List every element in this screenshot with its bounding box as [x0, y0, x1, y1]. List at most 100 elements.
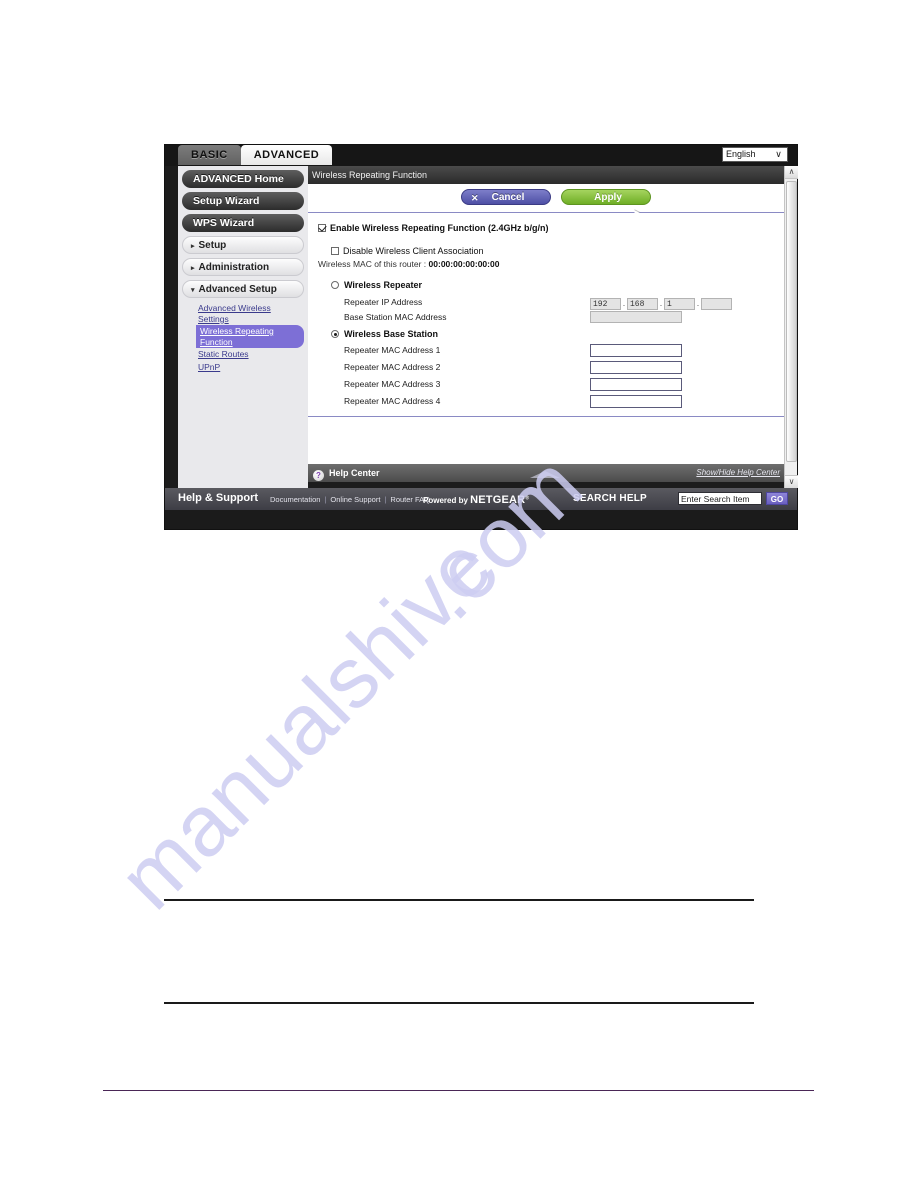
wireless-repeater-radio-row[interactable]: Wireless Repeater	[318, 279, 786, 291]
repeater-ip-address-group[interactable]: 192. 168. 1.	[590, 296, 732, 311]
repeater-mac-4-input[interactable]	[590, 395, 682, 408]
sidebar-section-administration[interactable]: ▸ Administration	[182, 258, 304, 276]
router-wireless-mac-label: Wireless MAC of this router :	[318, 259, 427, 269]
repeater-mac-2-input[interactable]	[590, 361, 682, 374]
link-separator: |	[324, 495, 327, 504]
show-hide-help-center-link[interactable]: Show/Hide Help Center	[696, 464, 780, 482]
router-wireless-mac-value: 00:00:00:00:00:00	[428, 259, 500, 269]
scroll-down-button[interactable]: ∨	[785, 475, 798, 488]
disable-client-association-row[interactable]: Disable Wireless Client Association	[318, 245, 786, 257]
wireless-base-station-label: Wireless Base Station	[344, 329, 438, 339]
repeater-ip-octet-4[interactable]	[701, 297, 732, 310]
cancel-button[interactable]: ✕ Cancel	[461, 189, 551, 205]
repeater-mac-3-input[interactable]	[590, 378, 682, 391]
sidebar-item-setup-wizard[interactable]: Setup Wizard	[182, 192, 304, 210]
repeater-mac-4-row: Repeater MAC Address 4	[318, 394, 786, 409]
sidebar-section-setup-label: Setup	[198, 240, 227, 251]
help-center-bar[interactable]: ? Help Center Show/Hide Help Center	[308, 464, 786, 482]
wireless-base-station-radio[interactable]	[331, 330, 339, 338]
sidebar-section-advanced-setup[interactable]: ▾ Advanced Setup	[182, 280, 304, 298]
netgear-router-admin-window: BASIC ADVANCED English ∨ ADVANCED Home Se…	[164, 144, 798, 530]
disable-client-association-label: Disable Wireless Client Association	[343, 246, 484, 256]
base-station-mac-label: Base Station MAC Address	[344, 312, 447, 322]
repeater-ip-address-label: Repeater IP Address	[344, 297, 423, 307]
registered-mark-icon: ®	[525, 495, 529, 502]
content-vertical-scrollbar[interactable]: ∧ ∨	[784, 166, 798, 488]
wireless-base-station-radio-row[interactable]: Wireless Base Station	[318, 328, 786, 340]
page-divider-top	[164, 899, 754, 901]
apply-button-label: Apply	[594, 192, 622, 203]
sidebar-item-advanced-wireless-settings[interactable]: Advanced Wireless Settings	[196, 302, 298, 325]
enable-repeating-label: Enable Wireless Repeating Function (2.4G…	[330, 223, 549, 233]
repeater-mac-2-label: Repeater MAC Address 2	[344, 362, 441, 372]
sidebar-section-advanced-setup-label: Advanced Setup	[198, 284, 277, 295]
chevron-down-icon: ∨	[775, 149, 782, 159]
repeater-ip-octet-1[interactable]: 192	[590, 297, 621, 310]
scroll-up-button[interactable]: ∧	[785, 166, 798, 179]
page-footer-divider	[103, 1090, 814, 1091]
help-support-footer: Help & Support Documentation | Online Supp…	[165, 488, 797, 510]
sidebar-item-advanced-home[interactable]: ADVANCED Home	[182, 170, 304, 188]
base-station-mac-row: Base Station MAC Address	[318, 310, 786, 325]
repeater-mac-3-row: Repeater MAC Address 3	[318, 377, 786, 392]
powered-by-prefix: Powered by	[423, 496, 471, 505]
repeater-mac-1-row: Repeater MAC Address 1	[318, 343, 786, 358]
sidebar-sub-list: Advanced Wireless Settings Wireless Repe…	[196, 302, 308, 373]
go-button[interactable]: GO	[766, 492, 788, 505]
footer-link-online-support[interactable]: Online Support	[330, 495, 380, 504]
panel-body: ✕ Cancel Apply ▶ Enable Wireless Repeati…	[308, 184, 786, 464]
powered-by-netgear: Powered by NETGEAR®	[423, 494, 529, 506]
repeater-mac-2-row: Repeater MAC Address 2	[318, 360, 786, 375]
help-support-title: Help & Support	[178, 492, 259, 504]
sidebar-item-static-routes[interactable]: Static Routes	[196, 348, 298, 361]
sidebar-section-setup[interactable]: ▸ Setup	[182, 236, 304, 254]
footer-links: Documentation | Online Support | Router FAQ	[270, 495, 430, 504]
repeater-mac-1-input[interactable]	[590, 344, 682, 357]
wireless-repeater-label: Wireless Repeater	[344, 280, 422, 290]
scrollbar-thumb[interactable]	[786, 181, 797, 462]
repeater-mac-3-label: Repeater MAC Address 3	[344, 379, 441, 389]
link-separator: |	[384, 495, 387, 504]
router-wireless-mac-row: Wireless MAC of this router : 00:00:00:0…	[318, 259, 786, 269]
chevron-right-icon: ▸	[191, 265, 195, 272]
netgear-brand: NETGEAR	[470, 494, 526, 506]
search-input[interactable]: Enter Search Item	[678, 492, 762, 505]
wireless-repeating-form: Enable Wireless Repeating Function (2.4G…	[308, 213, 786, 417]
tab-advanced[interactable]: ADVANCED	[240, 145, 333, 165]
sidebar-section-administration-label: Administration	[198, 262, 270, 273]
panel-title: Wireless Repeating Function	[308, 166, 786, 184]
page-divider-middle	[164, 1002, 754, 1004]
chevron-down-icon: ▾	[191, 287, 195, 294]
repeater-mac-1-label: Repeater MAC Address 1	[344, 345, 441, 355]
search-help-label: SEARCH HELP	[573, 493, 647, 504]
ui-body: ADVANCED Home Setup Wizard WPS Wizard ▸ S…	[165, 166, 798, 488]
question-mark-icon: ?	[313, 470, 324, 481]
left-navigation-sidebar: ADVANCED Home Setup Wizard WPS Wizard ▸ S…	[178, 166, 308, 488]
close-icon: ✕	[471, 193, 479, 203]
action-button-row: ✕ Cancel Apply ▶	[308, 184, 786, 217]
sidebar-item-wps-wizard[interactable]: WPS Wizard	[182, 214, 304, 232]
form-bottom-divider	[308, 416, 786, 417]
enable-repeating-row[interactable]: Enable Wireless Repeating Function (2.4G…	[318, 222, 786, 234]
repeater-ip-address-row: Repeater IP Address 192. 168. 1.	[318, 295, 786, 310]
footer-link-documentation[interactable]: Documentation	[270, 495, 320, 504]
apply-button[interactable]: Apply ▶	[561, 189, 651, 217]
help-center-label: Help Center	[329, 468, 380, 478]
repeater-mac-4-label: Repeater MAC Address 4	[344, 396, 441, 406]
repeater-ip-octet-2[interactable]: 168	[627, 297, 658, 310]
enable-repeating-checkbox[interactable]	[318, 224, 326, 232]
disable-client-association-checkbox[interactable]	[331, 247, 339, 255]
repeater-ip-octet-3[interactable]: 1	[664, 297, 695, 310]
sidebar-item-wireless-repeating-function[interactable]: Wireless Repeating Function	[196, 325, 304, 348]
sidebar-item-upnp[interactable]: UPnP	[196, 361, 298, 374]
tab-basic[interactable]: BASIC	[178, 145, 241, 165]
expand-arrow-icon	[530, 471, 560, 478]
wireless-repeater-radio[interactable]	[331, 281, 339, 289]
base-station-mac-input[interactable]	[590, 311, 682, 323]
main-content-panel: Wireless Repeating Function ✕ Cancel App…	[308, 166, 786, 488]
chevron-right-icon: ▸	[191, 243, 195, 250]
top-tab-strip: BASIC ADVANCED English ∨	[165, 145, 797, 166]
watermark-text-primary: manualshive	[100, 518, 510, 928]
language-select-value: English	[726, 149, 756, 159]
language-select[interactable]: English ∨	[722, 147, 788, 162]
